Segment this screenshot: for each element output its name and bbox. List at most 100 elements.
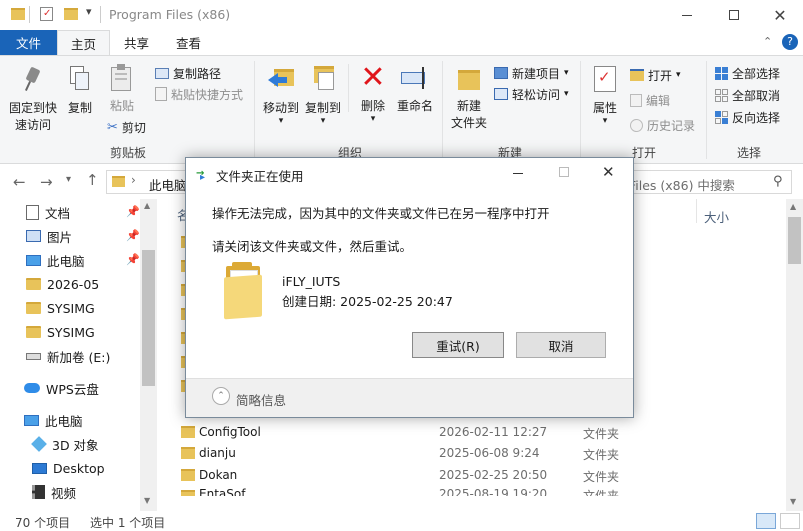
- pin-label: 固定到快 速访问: [8, 101, 57, 132]
- large-icons-view-icon[interactable]: [780, 513, 800, 529]
- properties-qat-icon[interactable]: ✓: [40, 7, 53, 21]
- maximize-button[interactable]: [714, 0, 754, 30]
- cancel-button[interactable]: 取消: [516, 332, 606, 358]
- select-none-button[interactable]: 全部取消: [715, 86, 780, 104]
- table-row[interactable]: Dokan 2025-02-25 20:50 文件夹: [160, 465, 760, 485]
- ribbon-tabs: 文件 主页 共享 查看 ⌃ ?: [0, 30, 803, 56]
- tab-view[interactable]: 查看: [166, 30, 211, 55]
- delete-dropdown-icon: ▾: [370, 114, 376, 124]
- copy-path-button[interactable]: 复制路径: [155, 64, 221, 82]
- recent-locations-icon[interactable]: ▾: [66, 174, 71, 185]
- easy-access-button[interactable]: 轻松访问 ▾: [494, 85, 569, 103]
- file-type: 文件夹: [583, 448, 620, 462]
- scroll-up-icon[interactable]: ▲: [144, 201, 150, 210]
- nav-label: SYSIMG: [47, 324, 95, 340]
- new-item-dropdown-icon: ▾: [564, 68, 569, 78]
- dialog-message: 操作无法完成，因为其中的文件夹或文件已在另一程序中打开: [212, 206, 550, 221]
- invert-selection-button[interactable]: 反向选择: [715, 108, 780, 126]
- copy-to-dropdown-icon: ▾: [320, 116, 326, 126]
- tab-file[interactable]: 文件: [0, 30, 57, 55]
- collapse-details-icon[interactable]: ⌃: [212, 387, 230, 405]
- easy-access-icon: [494, 88, 508, 100]
- nav-scroll-thumb[interactable]: [142, 250, 155, 386]
- nav-item-this-pc[interactable]: 此电脑: [24, 408, 83, 432]
- dialog-minimize-button[interactable]: [513, 173, 523, 174]
- folder-icon: [181, 490, 195, 496]
- qat-dropdown-icon[interactable]: ▾: [86, 5, 92, 18]
- nav-item-3d-objects[interactable]: 3D 对象: [31, 432, 99, 456]
- computer-icon: [26, 254, 41, 266]
- scroll-down-icon[interactable]: ▼: [790, 497, 796, 506]
- nav-item-drive-e[interactable]: 新加卷 (E:): [26, 344, 110, 368]
- new-item-button[interactable]: 新建项目 ▾: [494, 64, 569, 82]
- details-view-icon[interactable]: [756, 513, 776, 529]
- fewer-details-link[interactable]: 简略信息: [236, 390, 286, 409]
- open-button[interactable]: 打开 ▾: [630, 66, 681, 84]
- forward-arrow-icon[interactable]: →: [40, 173, 53, 191]
- back-arrow-icon[interactable]: ←: [13, 173, 26, 191]
- edit-icon: [630, 93, 642, 107]
- ribbon: 固定到快 速访问 复制 粘贴 复制路径 粘贴快捷方式 ✂ 剪切 剪贴板 移动到 …: [0, 55, 803, 164]
- pin-quick-access-button[interactable]: 固定到快 速访问: [4, 62, 62, 134]
- pin-icon: 📌: [126, 253, 140, 266]
- table-row[interactable]: ConfigTool 2026-02-11 12:27 文件夹: [160, 422, 760, 442]
- document-icon: [26, 204, 39, 220]
- copy-button[interactable]: 复制: [62, 62, 98, 117]
- properties-dropdown-icon: ▾: [602, 116, 608, 126]
- dialog-close-button[interactable]: ✕: [602, 163, 615, 181]
- ribbon-collapse-icon[interactable]: ⌃: [763, 35, 772, 48]
- breadcrumb-this-pc[interactable]: 此电脑: [149, 175, 187, 194]
- nav-scrollbar[interactable]: ▲ ▼: [140, 199, 157, 511]
- delete-button[interactable]: ✕ 删除 ▾: [353, 62, 393, 124]
- tab-home[interactable]: 主页: [57, 30, 110, 56]
- rename-button[interactable]: 重命名: [393, 62, 437, 115]
- nav-item-sysimg-2[interactable]: SYSIMG: [26, 320, 95, 344]
- properties-button[interactable]: ✓ 属性 ▾: [586, 62, 624, 126]
- file-list-scrollbar[interactable]: ▲ ▼: [786, 199, 803, 511]
- nav-item-pictures[interactable]: 图片: [26, 224, 72, 248]
- video-icon: [32, 485, 45, 499]
- paste-shortcut-button[interactable]: 粘贴快捷方式: [155, 85, 243, 103]
- copy-icon: [70, 66, 90, 92]
- select-all-button[interactable]: 全部选择: [715, 64, 780, 82]
- search-input[interactable]: Files (x86) 中搜索 ⚲: [624, 170, 792, 194]
- nav-item-sysimg-1[interactable]: SYSIMG: [26, 296, 95, 320]
- copy-to-label: 复制到: [304, 101, 341, 115]
- nav-label: 图片: [47, 229, 73, 245]
- search-placeholder: Files (x86) 中搜索: [629, 178, 735, 193]
- file-scroll-thumb[interactable]: [788, 217, 801, 264]
- select-all-label: 全部选择: [732, 66, 781, 81]
- nav-item-videos[interactable]: 视频: [32, 480, 76, 504]
- retry-button[interactable]: 重试(R): [412, 332, 504, 358]
- nav-item-wps-cloud[interactable]: WPS云盘: [24, 376, 99, 400]
- close-window-button[interactable]: ✕: [760, 0, 800, 30]
- nav-label: 文档: [45, 205, 71, 221]
- nav-item-desktop[interactable]: Desktop: [32, 456, 105, 480]
- pin-icon: [22, 66, 44, 92]
- rename-label: 重命名: [396, 99, 433, 113]
- new-folder-button[interactable]: 新建 文件夹: [447, 62, 491, 132]
- move-to-button[interactable]: 移动到 ▾: [259, 62, 303, 126]
- nav-item-this-pc-pinned[interactable]: 此电脑: [26, 248, 85, 272]
- minimize-button[interactable]: [667, 0, 707, 30]
- file-name: Dokan: [199, 468, 238, 482]
- table-row[interactable]: EntaSof 2025-08-19 19:20 文件夹: [160, 486, 760, 496]
- history-button[interactable]: 历史记录: [630, 116, 695, 134]
- file-date: 2025-06-08 9:24: [439, 446, 540, 460]
- tab-share[interactable]: 共享: [114, 30, 159, 55]
- edit-button[interactable]: 编辑: [630, 91, 670, 109]
- paste-button[interactable]: 粘贴: [104, 62, 140, 115]
- cut-button[interactable]: ✂ 剪切: [107, 118, 146, 136]
- scroll-up-icon[interactable]: ▲: [790, 202, 796, 211]
- copy-to-button[interactable]: 复制到 ▾: [301, 62, 345, 126]
- table-row[interactable]: dianju 2025-06-08 9:24 文件夹: [160, 443, 760, 463]
- new-folder-qat-icon[interactable]: [64, 8, 78, 20]
- invert-selection-icon: [715, 110, 728, 124]
- help-icon[interactable]: ?: [782, 34, 798, 50]
- column-header-size[interactable]: 大小: [704, 207, 729, 226]
- up-arrow-icon[interactable]: ↑: [86, 171, 99, 189]
- copy-to-icon: [310, 66, 336, 92]
- nav-item-2026-05[interactable]: 2026-05: [26, 272, 99, 296]
- nav-item-documents[interactable]: 文档: [26, 200, 70, 224]
- scroll-down-icon[interactable]: ▼: [144, 496, 150, 505]
